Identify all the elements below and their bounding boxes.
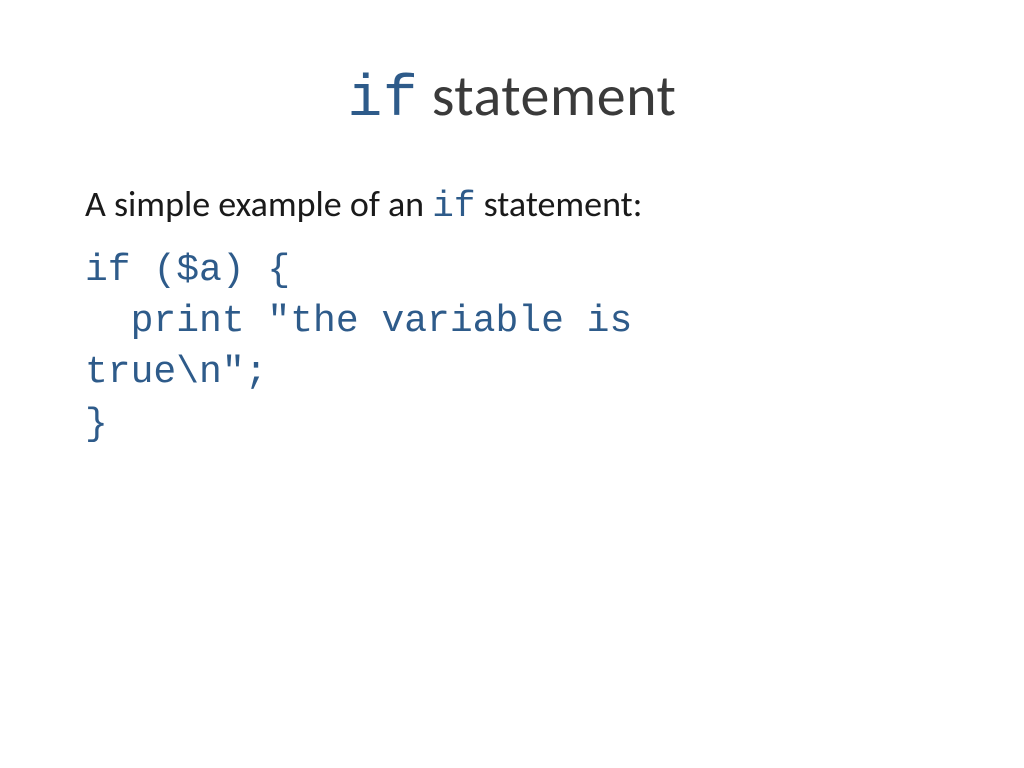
title-rest: statement [418,60,676,131]
code-line-3: true\n"; [85,351,267,394]
code-line-4: } [85,403,108,446]
title-keyword: if [348,68,419,133]
intro-keyword: if [432,186,475,227]
code-line-1: if ($a) { [85,249,290,292]
code-example: if ($a) { print "the variable is true\n"… [85,245,939,450]
code-line-2: print "the variable is [85,300,632,343]
intro-prefix: A simple example of an [85,182,432,226]
slide-title: if statement [85,60,939,133]
slide-container: if statement A simple example of an if s… [0,0,1024,450]
intro-suffix: statement: [475,182,642,226]
intro-text: A simple example of an if statement: [85,181,939,231]
